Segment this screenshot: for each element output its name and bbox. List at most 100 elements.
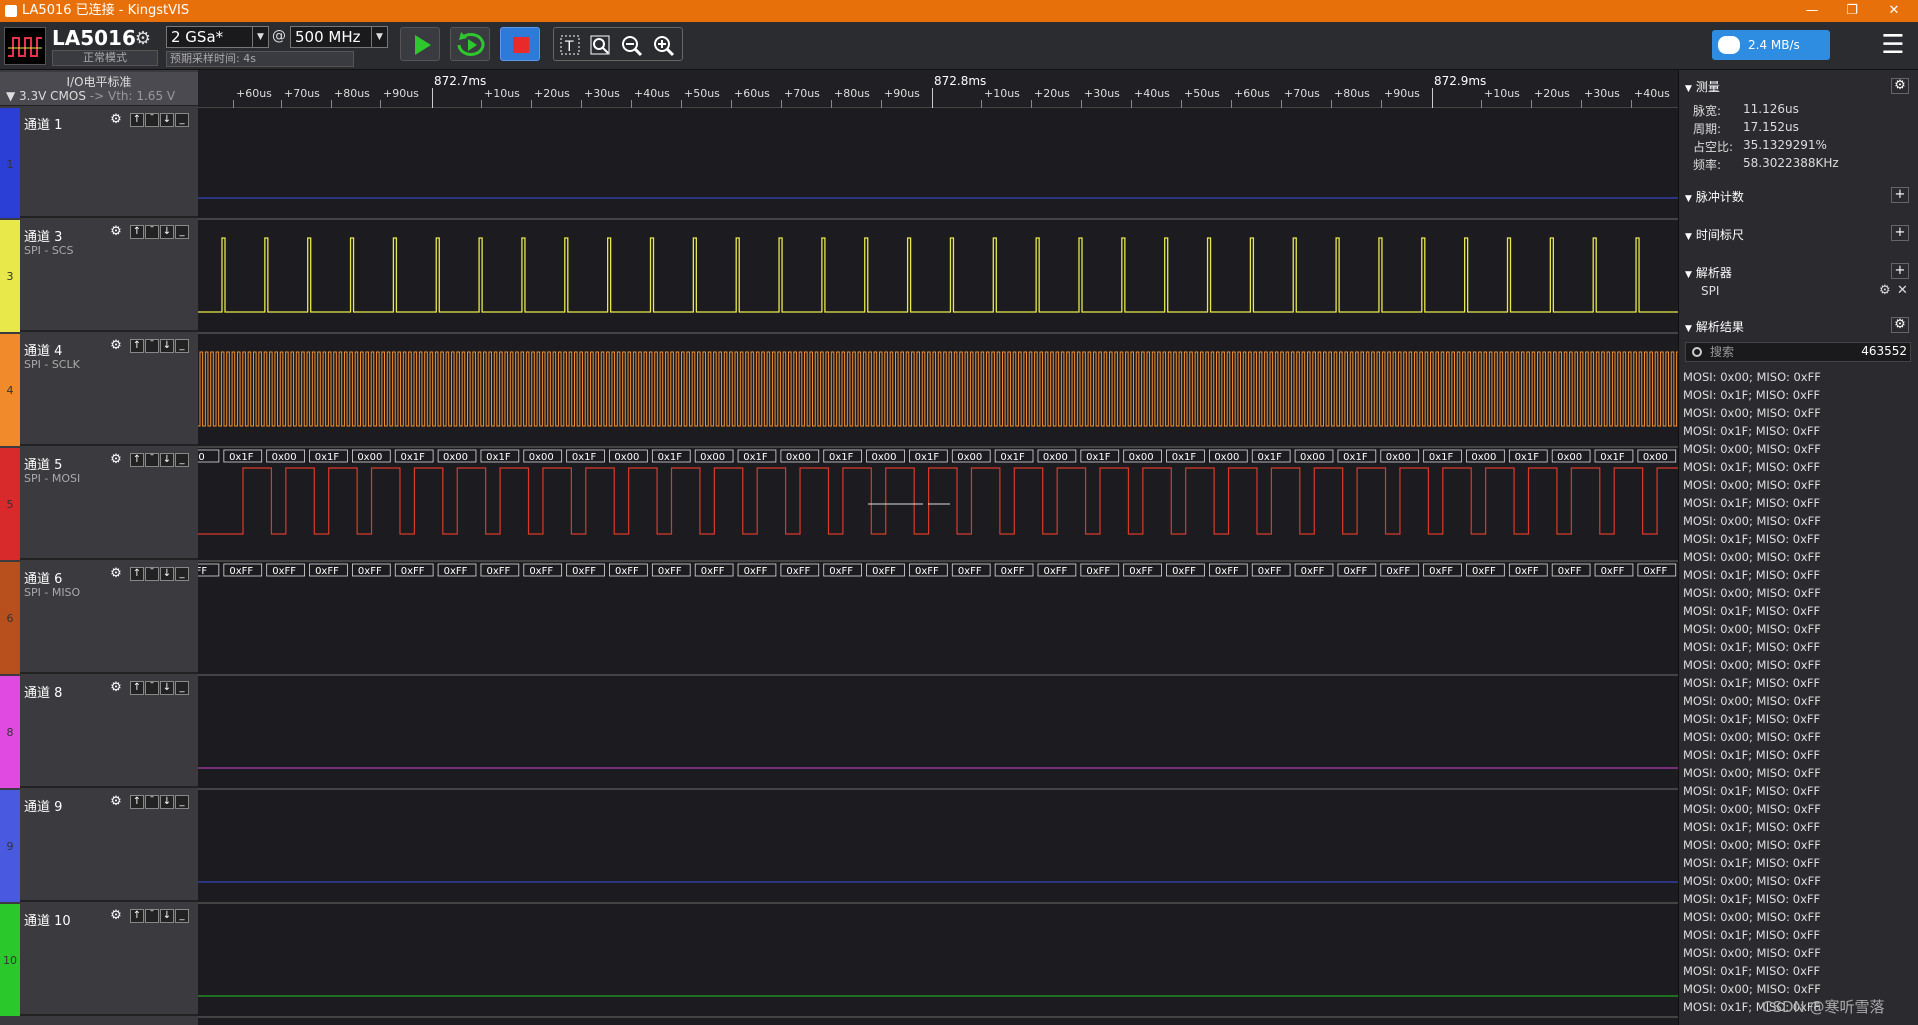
high-level-trigger-icon[interactable]: ¯ <box>145 339 159 353</box>
rising-edge-trigger-icon[interactable]: ↑ <box>130 567 144 581</box>
low-level-trigger-icon[interactable]: _ <box>175 795 189 809</box>
low-level-trigger-icon[interactable]: _ <box>175 339 189 353</box>
result-row[interactable]: MOSI: 0x00; MISO: 0xFF <box>1683 404 1913 422</box>
result-row[interactable]: MOSI: 0x00; MISO: 0xFF <box>1683 728 1913 746</box>
result-row[interactable]: MOSI: 0x00; MISO: 0xFF <box>1683 476 1913 494</box>
result-row[interactable]: MOSI: 0x1F; MISO: 0xFF <box>1683 530 1913 548</box>
falling-edge-trigger-icon[interactable]: ↓ <box>160 681 174 695</box>
result-row[interactable]: MOSI: 0x1F; MISO: 0xFF <box>1683 818 1913 836</box>
low-level-trigger-icon[interactable]: _ <box>175 567 189 581</box>
hamburger-menu-icon[interactable]: ☰ <box>1876 30 1910 62</box>
add-decoder-plus-icon[interactable]: + <box>1891 263 1909 279</box>
channel-settings-gear-icon[interactable]: ⚙ <box>108 680 124 696</box>
rising-edge-trigger-icon[interactable]: ↑ <box>130 453 144 467</box>
high-level-trigger-icon[interactable]: ¯ <box>145 225 159 239</box>
falling-edge-trigger-icon[interactable]: ↓ <box>160 795 174 809</box>
decoder-settings-gear-icon[interactable]: ⚙ <box>1879 283 1891 298</box>
rising-edge-trigger-icon[interactable]: ↑ <box>130 681 144 695</box>
result-row[interactable]: MOSI: 0x1F; MISO: 0xFF <box>1683 926 1913 944</box>
falling-edge-trigger-icon[interactable]: ↓ <box>160 567 174 581</box>
high-level-trigger-icon[interactable]: ¯ <box>145 681 159 695</box>
result-row[interactable]: MOSI: 0x00; MISO: 0xFF <box>1683 368 1913 386</box>
result-row[interactable]: MOSI: 0x1F; MISO: 0xFF <box>1683 494 1913 512</box>
channel-row-1[interactable]: 1 通道 1 ⚙ ↑ ¯ ↓ _ <box>0 108 198 218</box>
result-row[interactable]: MOSI: 0x00; MISO: 0xFF <box>1683 440 1913 458</box>
minimize-button[interactable]: — <box>1794 0 1830 22</box>
channel-row-3[interactable]: 3 通道 3 SPI - SCS ⚙ ↑ ¯ ↓ _ <box>0 220 198 332</box>
zoom-in-icon[interactable] <box>651 33 677 57</box>
result-row[interactable]: MOSI: 0x00; MISO: 0xFF <box>1683 620 1913 638</box>
result-row[interactable]: MOSI: 0x1F; MISO: 0xFF <box>1683 566 1913 584</box>
decoder-remove-close-icon[interactable]: ✕ <box>1897 283 1908 298</box>
time-ruler-section-header[interactable]: ▼ 时间标尺 <box>1685 226 1744 243</box>
sample-rate-select[interactable]: 2 GSa* ▼ <box>166 26 269 48</box>
results-list[interactable]: MOSI: 0x00; MISO: 0xFF MOSI: 0x1F; MISO: … <box>1683 368 1913 1025</box>
io-level[interactable]: ▼ 3.3V CMOS -> Vth: 1.65 V <box>6 89 196 103</box>
channel-name[interactable]: 通道 6 <box>24 568 62 587</box>
waveform-area[interactable]: +60us +70us +80us +90us +10us +20us +30us +40us… <box>198 70 1678 1025</box>
rising-edge-trigger-icon[interactable]: ↑ <box>130 113 144 127</box>
channel-settings-gear-icon[interactable]: ⚙ <box>108 452 124 468</box>
text-annotation-icon[interactable]: T <box>557 33 583 57</box>
frequency-select[interactable]: 500 MHz ▼ <box>290 26 388 48</box>
result-row[interactable]: MOSI: 0x1F; MISO: 0xFF <box>1683 890 1913 908</box>
result-row[interactable]: MOSI: 0x00; MISO: 0xFF <box>1683 512 1913 530</box>
low-level-trigger-icon[interactable]: _ <box>175 113 189 127</box>
result-row[interactable]: MOSI: 0x1F; MISO: 0xFF <box>1683 638 1913 656</box>
close-button[interactable]: ✕ <box>1876 0 1912 22</box>
channel-row-9[interactable]: 9 通道 9 ⚙ ↑ ¯ ↓ _ <box>0 790 198 902</box>
result-row[interactable]: MOSI: 0x1F; MISO: 0xFF <box>1683 746 1913 764</box>
channel-row-6[interactable]: 6 通道 6 SPI - MISO ⚙ ↑ ¯ ↓ _ <box>0 562 198 674</box>
channel-name[interactable]: 通道 9 <box>24 796 62 815</box>
result-row[interactable]: MOSI: 0x1F; MISO: 0xFF <box>1683 386 1913 404</box>
high-level-trigger-icon[interactable]: ¯ <box>145 567 159 581</box>
result-row[interactable]: MOSI: 0x1F; MISO: 0xFF <box>1683 962 1913 980</box>
result-row[interactable]: MOSI: 0x1F; MISO: 0xFF <box>1683 674 1913 692</box>
result-row[interactable]: MOSI: 0x1F; MISO: 0xFF <box>1683 422 1913 440</box>
high-level-trigger-icon[interactable]: ¯ <box>145 795 159 809</box>
result-row[interactable]: MOSI: 0x00; MISO: 0xFF <box>1683 836 1913 854</box>
maximize-button[interactable]: ❐ <box>1834 0 1870 22</box>
result-row[interactable]: MOSI: 0x00; MISO: 0xFF <box>1683 908 1913 926</box>
add-time-ruler-plus-icon[interactable]: + <box>1891 225 1909 241</box>
device-settings-gear-icon[interactable]: ⚙ <box>132 28 154 50</box>
channel-settings-gear-icon[interactable]: ⚙ <box>108 112 124 128</box>
high-level-trigger-icon[interactable]: ¯ <box>145 113 159 127</box>
channel-row-10[interactable]: 10 通道 10 ⚙ ↑ ¯ ↓ _ <box>0 904 198 1016</box>
zoom-area-icon[interactable] <box>588 33 614 57</box>
add-pulse-count-plus-icon[interactable]: + <box>1891 187 1909 203</box>
result-row[interactable]: MOSI: 0x00; MISO: 0xFF <box>1683 548 1913 566</box>
result-row[interactable]: MOSI: 0x00; MISO: 0xFF <box>1683 692 1913 710</box>
low-level-trigger-icon[interactable]: _ <box>175 909 189 923</box>
channel-settings-gear-icon[interactable]: ⚙ <box>108 794 124 810</box>
measure-settings-gear-icon[interactable]: ⚙ <box>1891 78 1909 94</box>
result-row[interactable]: MOSI: 0x1F; MISO: 0xFF <box>1683 602 1913 620</box>
falling-edge-trigger-icon[interactable]: ↓ <box>160 909 174 923</box>
falling-edge-trigger-icon[interactable]: ↓ <box>160 113 174 127</box>
channel-name[interactable]: 通道 5 <box>24 454 62 473</box>
low-level-trigger-icon[interactable]: _ <box>175 681 189 695</box>
decoder-item-spi[interactable]: SPI <box>1701 284 1719 298</box>
time-ruler[interactable]: +60us +70us +80us +90us +10us +20us +30us +40us… <box>198 70 1678 108</box>
channel-settings-gear-icon[interactable]: ⚙ <box>108 224 124 240</box>
channel-name[interactable]: 通道 3 <box>24 226 62 245</box>
result-row[interactable]: MOSI: 0x00; MISO: 0xFF <box>1683 800 1913 818</box>
channel-row-5[interactable]: 5 通道 5 SPI - MOSI ⚙ ↑ ¯ ↓ _ <box>0 448 198 560</box>
channel-name[interactable]: 通道 8 <box>24 682 62 701</box>
result-row[interactable]: MOSI: 0x1F; MISO: 0xFF <box>1683 782 1913 800</box>
rising-edge-trigger-icon[interactable]: ↑ <box>130 909 144 923</box>
rising-edge-trigger-icon[interactable]: ↑ <box>130 339 144 353</box>
results-settings-gear-icon[interactable]: ⚙ <box>1891 317 1909 333</box>
measure-section-header[interactable]: ▼ 测量 <box>1685 78 1720 95</box>
channel-name[interactable]: 通道 1 <box>24 114 62 133</box>
rising-edge-trigger-icon[interactable]: ↑ <box>130 795 144 809</box>
pulse-count-section-header[interactable]: ▼ 脉冲计数 <box>1685 188 1744 205</box>
result-row[interactable]: MOSI: 0x00; MISO: 0xFF <box>1683 656 1913 674</box>
results-section-header[interactable]: ▼ 解析结果 <box>1685 318 1744 335</box>
start-button[interactable] <box>400 27 440 61</box>
result-row[interactable]: MOSI: 0x1F; MISO: 0xFF <box>1683 458 1913 476</box>
channel-row-4[interactable]: 4 通道 4 SPI - SCLK ⚙ ↑ ¯ ↓ _ <box>0 334 198 446</box>
high-level-trigger-icon[interactable]: ¯ <box>145 453 159 467</box>
falling-edge-trigger-icon[interactable]: ↓ <box>160 339 174 353</box>
falling-edge-trigger-icon[interactable]: ↓ <box>160 225 174 239</box>
